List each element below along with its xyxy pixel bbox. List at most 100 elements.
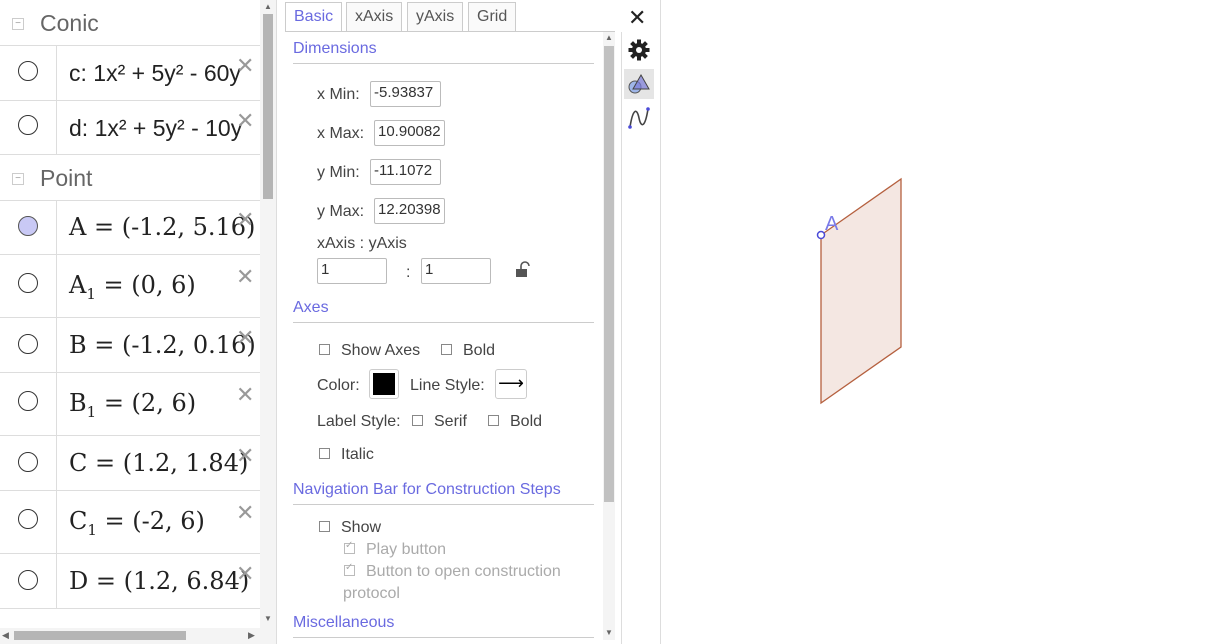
axis-ratio-label: xAxis : yAxis	[317, 235, 407, 252]
point-name: A	[69, 213, 87, 241]
marble-icon[interactable]	[18, 452, 38, 472]
ratio-y-field[interactable]: 1	[421, 258, 491, 284]
open-protocol-label-cont: protocol	[343, 585, 400, 602]
tab-basic[interactable]: Basic	[285, 2, 343, 31]
point-definition[interactable]: D = (1.2, 6.84)	[69, 567, 249, 595]
close-icon[interactable]: ✕	[628, 5, 646, 31]
point-coordinates: = (1.2, 1.84)	[87, 449, 249, 477]
marble-icon[interactable]	[18, 115, 38, 135]
visibility-toggle[interactable]	[0, 554, 57, 608]
point-coordinates: = (-2, 6)	[96, 507, 205, 535]
algebra-row-point[interactable]: B1 = (2, 6) ✕	[0, 373, 260, 436]
algebra-row-point[interactable]: D = (1.2, 6.84) ✕	[0, 554, 260, 609]
graphics-canvas[interactable]: A	[661, 0, 1224, 644]
point-definition[interactable]: B1 = (2, 6)	[69, 389, 196, 421]
algebra-row-point[interactable]: B = (-1.2, 0.16) ✕	[0, 318, 260, 373]
point-coordinates: = (1.2, 6.84)	[88, 567, 250, 595]
algebra-row-c[interactable]: c: 1x² + 5y² - 60y ✕	[0, 46, 260, 101]
scroll-up-icon[interactable]: ▲	[605, 33, 613, 42]
unlock-icon[interactable]	[515, 261, 531, 279]
xmax-field[interactable]: 10.90082	[374, 120, 445, 146]
algebra-row-point[interactable]: A1 = (0, 6) ✕	[0, 255, 260, 318]
marble-icon[interactable]	[18, 273, 38, 293]
visibility-toggle[interactable]	[0, 255, 57, 317]
ymin-field[interactable]: -11.1072	[370, 159, 441, 185]
scroll-thumb[interactable]	[604, 46, 614, 502]
point-definition[interactable]: B = (-1.2, 0.16)	[69, 331, 256, 359]
serif-checkbox[interactable]	[412, 415, 423, 426]
scroll-down-icon[interactable]: ▼	[264, 614, 272, 623]
scroll-down-icon[interactable]: ▼	[605, 628, 613, 637]
marble-icon[interactable]	[18, 61, 38, 81]
scroll-left-icon[interactable]: ◀	[2, 630, 9, 641]
bold-axes-checkbox[interactable]	[441, 344, 452, 355]
marble-icon[interactable]	[18, 216, 38, 236]
delete-icon[interactable]: ✕	[236, 445, 254, 467]
scroll-thumb[interactable]	[14, 631, 186, 640]
delete-icon[interactable]: ✕	[236, 55, 254, 77]
algebra-row-d[interactable]: d: 1x² + 5y² - 10y ✕	[0, 101, 260, 155]
algebra-horizontal-scrollbar[interactable]: ◀ ▶	[0, 628, 276, 644]
point-coordinates: = (-1.2, 5.16)	[86, 213, 256, 241]
tab-yaxis[interactable]: yAxis	[407, 2, 464, 31]
delete-icon[interactable]: ✕	[236, 384, 254, 406]
collapse-icon[interactable]: −	[12, 172, 24, 185]
delete-icon[interactable]: ✕	[236, 209, 254, 231]
line-style-button[interactable]: ⟶	[495, 369, 527, 399]
graphics-view-icon[interactable]	[624, 69, 654, 99]
ratio-x-field[interactable]: 1	[317, 258, 387, 284]
label-style-label: Label Style:	[317, 413, 401, 430]
delete-icon[interactable]: ✕	[236, 327, 254, 349]
point-definition[interactable]: A1 = (0, 6)	[69, 271, 196, 303]
show-axes-checkbox[interactable]	[319, 344, 330, 355]
section-axes: Axes	[293, 299, 329, 316]
bold-label-checkbox[interactable]	[488, 415, 499, 426]
show-navigation-checkbox[interactable]	[319, 521, 330, 532]
scroll-thumb[interactable]	[263, 14, 273, 199]
marble-icon[interactable]	[18, 334, 38, 354]
collapse-icon[interactable]: −	[12, 17, 24, 30]
algebra-vertical-scrollbar[interactable]: ▲ ▼	[260, 0, 276, 628]
visibility-toggle[interactable]	[0, 200, 57, 254]
delete-icon[interactable]: ✕	[236, 502, 254, 524]
algebra-row-point[interactable]: C = (1.2, 1.84) ✕	[0, 436, 260, 491]
function-graph-icon[interactable]	[624, 103, 654, 133]
delete-icon[interactable]: ✕	[236, 266, 254, 288]
italic-checkbox[interactable]	[319, 448, 330, 459]
properties-scrollbar[interactable]: ▲ ▼	[603, 32, 615, 640]
delete-icon[interactable]: ✕	[236, 563, 254, 585]
conic-c-definition[interactable]: c: 1x² + 5y² - 60y	[69, 60, 241, 87]
visibility-toggle[interactable]	[0, 46, 57, 100]
point-definition[interactable]: C = (1.2, 1.84)	[69, 449, 248, 477]
gear-icon[interactable]	[624, 35, 654, 65]
marble-icon[interactable]	[18, 509, 38, 529]
scroll-right-icon[interactable]: ▶	[248, 630, 255, 641]
tab-grid[interactable]: Grid	[468, 2, 517, 31]
marble-icon[interactable]	[18, 391, 38, 411]
point-definition[interactable]: A = (-1.2, 5.16)	[69, 213, 255, 241]
axes-color-button[interactable]	[369, 369, 399, 399]
group-header-conic[interactable]: − Conic	[0, 2, 260, 46]
delete-icon[interactable]: ✕	[236, 110, 254, 132]
algebra-row-point[interactable]: C1 = (-2, 6) ✕	[0, 491, 260, 554]
visibility-toggle[interactable]	[0, 373, 57, 435]
xmin-field[interactable]: -5.93837	[370, 81, 441, 107]
point-a-label: A	[825, 213, 839, 235]
marble-icon[interactable]	[18, 570, 38, 590]
visibility-toggle[interactable]	[0, 436, 57, 490]
point-coordinates: = (0, 6)	[95, 271, 196, 299]
scroll-up-icon[interactable]: ▲	[264, 2, 272, 11]
visibility-toggle[interactable]	[0, 318, 57, 372]
visibility-toggle[interactable]	[0, 491, 57, 553]
ymax-label: y Max:	[317, 203, 365, 220]
tab-xaxis[interactable]: xAxis	[346, 2, 403, 31]
graphics-view[interactable]: A	[660, 0, 1224, 644]
ymax-field[interactable]: 12.20398	[374, 198, 445, 224]
algebra-row-point[interactable]: A = (-1.2, 5.16) ✕	[0, 200, 260, 255]
point-a[interactable]	[816, 230, 826, 240]
visibility-toggle[interactable]	[0, 101, 57, 154]
group-header-point[interactable]: − Point	[0, 157, 260, 201]
point-definition[interactable]: C1 = (-2, 6)	[69, 507, 205, 539]
point-subscript: 1	[86, 285, 96, 303]
conic-d-definition[interactable]: d: 1x² + 5y² - 10y	[69, 115, 242, 142]
